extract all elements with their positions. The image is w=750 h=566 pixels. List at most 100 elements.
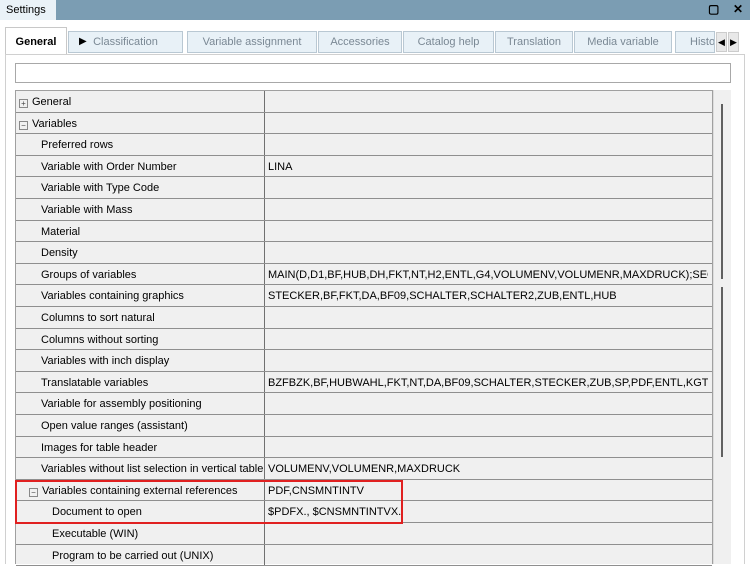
property-name: Variable with Order Number <box>16 155 265 177</box>
property-name: Variable with Mass <box>16 199 265 220</box>
tab-label: Classification <box>93 36 158 48</box>
tab-classification[interactable]: ▶ Classification <box>68 31 183 53</box>
tab-scroll-left-icon[interactable]: ◀ <box>716 32 727 52</box>
property-name: Preferred rows <box>16 134 265 155</box>
grid-row[interactable]: Open value ranges (assistant) <box>16 415 712 437</box>
property-name: Groups of variables <box>16 263 265 285</box>
property-label: Variable with Mass <box>41 204 133 216</box>
property-value[interactable] <box>268 113 708 118</box>
property-label: Variable for assembly positioning <box>41 398 202 411</box>
grid-row[interactable]: Preferred rows <box>16 134 712 156</box>
property-name: Variable with Type Code <box>16 177 265 198</box>
property-value[interactable] <box>268 307 708 312</box>
property-name: Columns to sort natural <box>16 307 265 328</box>
property-name: Material <box>16 220 265 242</box>
property-label: Preferred rows <box>41 139 114 152</box>
property-name: Translatable variables <box>16 371 265 393</box>
property-label: Images for table header <box>41 441 158 454</box>
grid-row[interactable]: Executable (WIN) <box>16 523 712 545</box>
property-name: + General <box>16 91 265 112</box>
close-icon[interactable]: ✕ <box>733 2 743 16</box>
property-label: Executable (WIN) <box>52 528 139 540</box>
tab-accessories[interactable]: Accessories <box>318 31 402 53</box>
property-label: Translatable variables <box>41 376 149 389</box>
expand-icon[interactable]: + <box>19 99 28 108</box>
tab-bar: General ▶ Classification Variable assignmen… <box>5 27 745 55</box>
property-name: Open value ranges (assistant) <box>16 415 265 436</box>
property-label: Columns without sorting <box>41 333 159 346</box>
property-value[interactable] <box>268 393 708 398</box>
grid-row[interactable]: + General <box>16 91 712 113</box>
grid-row[interactable]: Groups of variables MAIN(D,D1,BF,HUB,DH,F… <box>16 263 712 286</box>
tab-scroll-right-icon[interactable]: ▶ <box>728 32 739 52</box>
tab-label: Catalog help <box>417 36 480 48</box>
property-value[interactable] <box>268 350 708 355</box>
maximize-icon[interactable]: ▢ <box>708 2 719 16</box>
grid-row[interactable]: Density <box>16 242 712 264</box>
property-value[interactable] <box>268 329 708 334</box>
property-label: General <box>32 96 72 108</box>
scrollbar-track-line <box>721 287 723 457</box>
property-name: Variables containing graphics <box>16 285 265 306</box>
grid-row[interactable]: Material <box>16 220 712 243</box>
tab-label: Histo <box>690 36 715 48</box>
grid-row[interactable]: Program to be carried out (UNIX) <box>16 544 712 566</box>
property-name: Images for table header <box>16 436 265 458</box>
grid-row[interactable]: Variables without list selection in vert… <box>16 458 712 480</box>
collapse-icon[interactable]: − <box>19 120 28 130</box>
property-label: Variables containing graphics <box>41 290 184 303</box>
grid-row[interactable]: Columns to sort natural <box>16 307 712 329</box>
property-value[interactable]: MAIN(D,D1,BF,HUB,DH,FKT,NT,H2,ENTL,G4,VO… <box>268 264 708 281</box>
property-value[interactable] <box>268 221 708 226</box>
property-value[interactable] <box>268 91 708 96</box>
tab-label: Media variable <box>587 36 659 48</box>
property-value[interactable]: STECKER,BF,FKT,DA,BF09,SCHALTER,SCHALTER… <box>268 285 708 302</box>
property-label: Variable with Type Code <box>41 182 160 195</box>
property-label: Variables with inch display <box>41 355 170 368</box>
property-label: Program to be carried out (UNIX) <box>52 549 214 562</box>
property-value[interactable]: LINA <box>268 156 708 173</box>
scrollbar-thumb[interactable] <box>721 104 723 279</box>
property-name: − Variables <box>16 112 265 134</box>
grid-row[interactable]: Variables containing graphics STECKER,BF,… <box>16 285 712 307</box>
tab-label: General <box>15 36 57 48</box>
property-label: Open value ranges (assistant) <box>41 420 188 432</box>
grid-row[interactable]: − Variables <box>16 112 712 135</box>
property-name: Variables without list selection in vert… <box>16 458 265 479</box>
title-bar: Settings ▢ ✕ <box>0 0 750 20</box>
play-icon: ▶ <box>79 36 87 47</box>
grid-row[interactable]: Variable for assembly positioning <box>16 393 712 415</box>
property-label: Columns to sort natural <box>41 312 155 324</box>
grid-row[interactable]: Variables with inch display <box>16 350 712 372</box>
property-name: Program to be carried out (UNIX) <box>16 544 265 566</box>
grid-row[interactable]: Columns without sorting <box>16 328 712 351</box>
grid-row[interactable]: Variable with Mass <box>16 199 712 221</box>
tab-histo[interactable]: Histo <box>675 31 715 53</box>
tab-media-variable[interactable]: Media variable <box>574 31 672 53</box>
property-label: Material <box>41 225 81 238</box>
tab-catalog-help[interactable]: Catalog help <box>403 31 494 53</box>
property-value[interactable] <box>268 177 708 182</box>
property-value[interactable]: VOLUMENV,VOLUMENR,MAXDRUCK <box>268 458 708 475</box>
property-label: Groups of variables <box>41 268 137 281</box>
vertical-scrollbar[interactable] <box>713 90 731 564</box>
grid-row[interactable]: Translatable variables BZFBZK,BF,HUBWAHL,… <box>16 371 712 394</box>
tab-translation[interactable]: Translation <box>495 31 573 53</box>
tab-general[interactable]: General <box>5 27 67 55</box>
property-name: Columns without sorting <box>16 328 265 350</box>
property-value[interactable] <box>268 242 708 247</box>
grid-row[interactable]: Variable with Type Code <box>16 177 712 199</box>
grid-row[interactable]: Variable with Order Number LINA <box>16 155 712 178</box>
property-name: Executable (WIN) <box>16 523 265 544</box>
property-value[interactable] <box>268 437 708 442</box>
property-value[interactable]: BZFBZK,BF,HUBWAHL,FKT,NT,DA,BF09,SCHALTE… <box>268 372 708 389</box>
tab-variable-assignment[interactable]: Variable assignment <box>187 31 317 53</box>
grid-row[interactable]: Images for table header <box>16 436 712 459</box>
search-input[interactable] <box>15 63 731 83</box>
highlight-box <box>15 480 403 524</box>
property-value[interactable] <box>268 545 708 550</box>
property-value[interactable] <box>268 415 708 420</box>
property-value[interactable] <box>268 134 708 139</box>
property-name: Variables with inch display <box>16 350 265 371</box>
property-value[interactable] <box>268 199 708 204</box>
